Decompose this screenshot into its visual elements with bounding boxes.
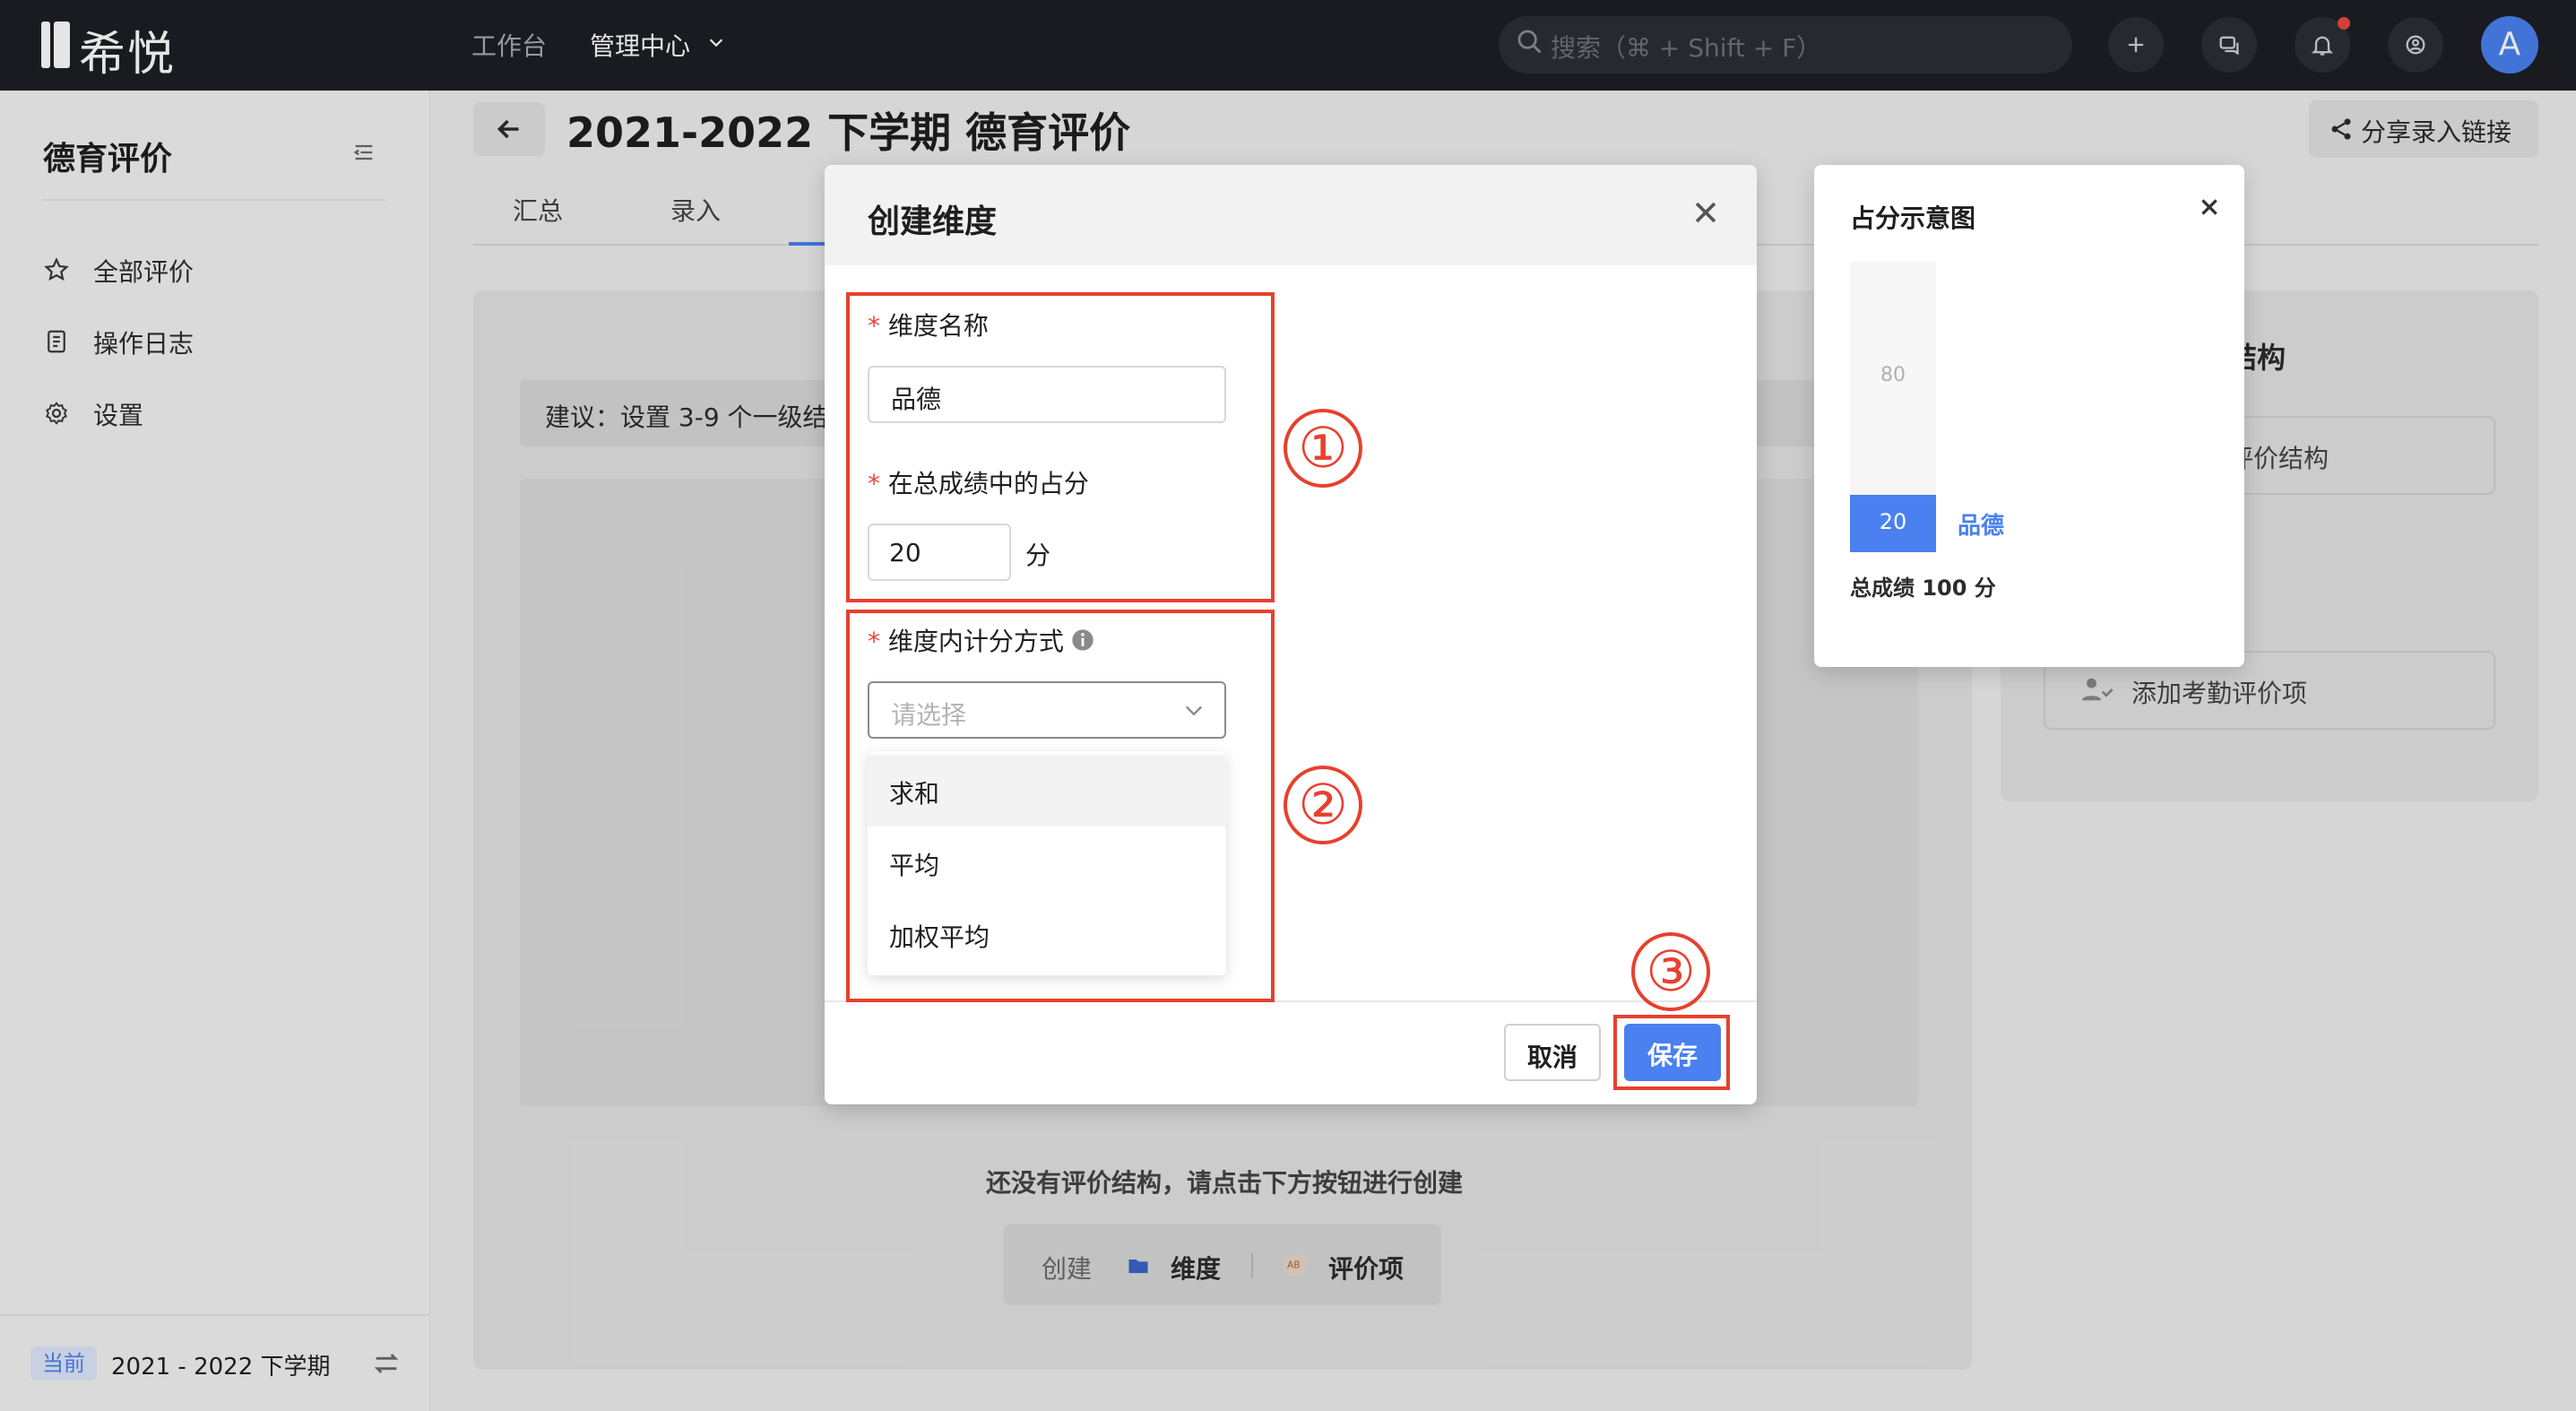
annotation-box-1 [846,292,1275,602]
total-score-text: 总成绩 100 分 [1850,576,1996,601]
cancel-label: 取消 [1526,1043,1578,1072]
annotation-number-3: ③ [1631,932,1710,1011]
dialog-title: 创建维度 [868,203,998,240]
annotation-number-2: ② [1284,766,1362,844]
cancel-button[interactable]: 取消 [1504,1024,1601,1081]
annotation-box-2 [846,610,1275,1002]
close-icon[interactable] [1690,197,1721,228]
dimension-score-value: 20 [1879,509,1907,534]
annotation-box-3 [1613,1015,1730,1090]
score-panel-title: 占分示意图 [1850,203,1976,233]
close-icon[interactable] [2198,195,2221,219]
dimension-score-name: 品德 [1958,513,2005,540]
remaining-score-value: 80 [1880,364,1906,386]
annotation-number-1: ① [1284,409,1362,488]
